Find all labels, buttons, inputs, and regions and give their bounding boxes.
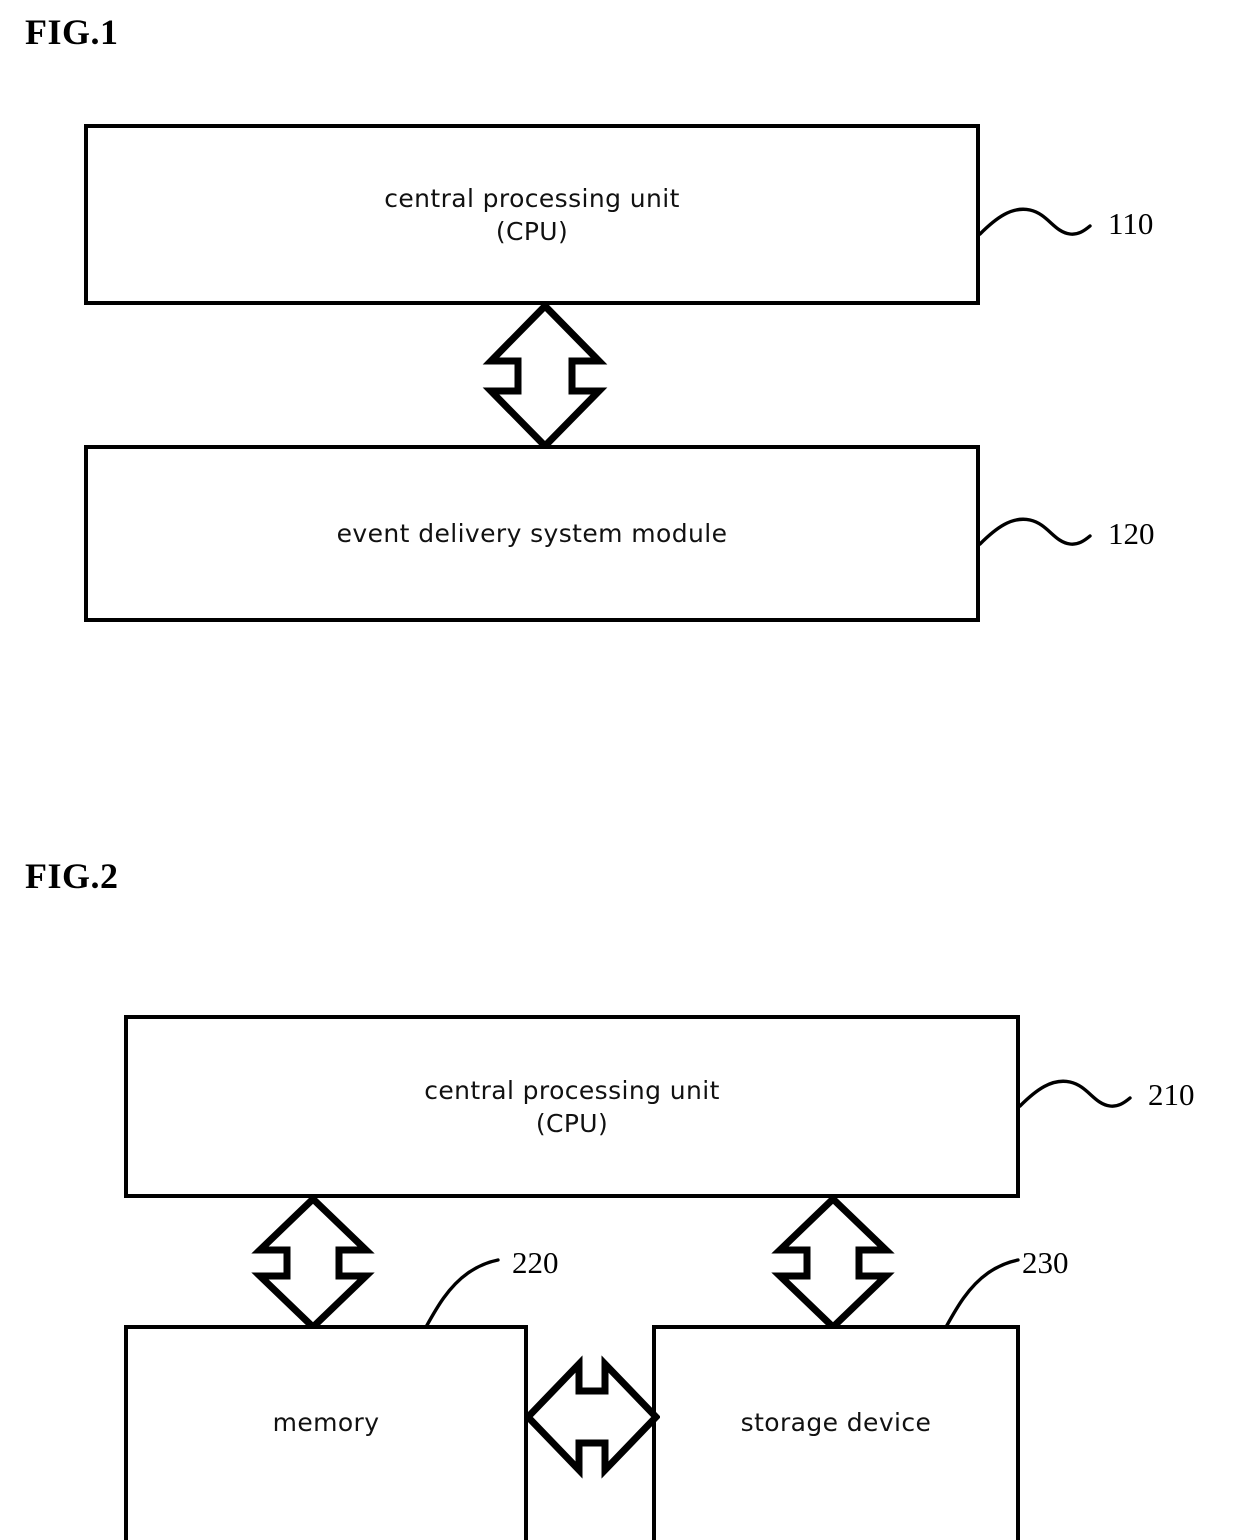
fig2-memory-block-label: memory bbox=[272, 1408, 380, 1437]
fig2-cpu-to-memory-arrow bbox=[251, 1196, 375, 1330]
fig2-cpu-leader-line bbox=[1018, 1079, 1132, 1108]
fig2-storage-block-label: storage device bbox=[740, 1408, 932, 1437]
figure-2-label: FIG.2 bbox=[25, 856, 119, 896]
fig2-memory-to-storage-arrow bbox=[524, 1355, 660, 1479]
fig2-memory-block: memory bbox=[124, 1325, 528, 1540]
fig2-storage-block: storage device bbox=[652, 1325, 1020, 1540]
fig2-cpu-to-storage-arrow bbox=[771, 1196, 895, 1330]
fig2-cpu-block: central processing unit (CPU) bbox=[124, 1015, 1020, 1198]
fig2-memory-ref-number: 220 bbox=[512, 1245, 559, 1280]
fig2-memory-leader-line bbox=[424, 1258, 500, 1329]
fig2-cpu-block-label: central processing unit (CPU) bbox=[424, 1075, 720, 1138]
fig2-storage-ref-number: 230 bbox=[1022, 1245, 1069, 1280]
figure-2: FIG.2 central processing unit (CPU) 210 … bbox=[0, 0, 1240, 1540]
fig2-cpu-ref-number: 210 bbox=[1148, 1077, 1195, 1112]
